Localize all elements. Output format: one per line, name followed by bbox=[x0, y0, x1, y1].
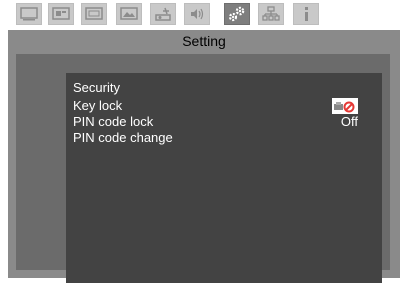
tab-network[interactable] bbox=[258, 3, 284, 25]
tab-info[interactable] bbox=[293, 3, 319, 25]
key-lock-off-icon bbox=[332, 98, 358, 114]
tab-screen[interactable] bbox=[81, 3, 107, 25]
menu-item-pin-code-lock[interactable]: PIN code lock Off bbox=[73, 114, 358, 130]
installation-icon bbox=[155, 7, 171, 21]
panel-frame: Security Key lock PIN code lock Off PIN … bbox=[16, 54, 390, 283]
image-adjust-icon bbox=[52, 7, 70, 20]
menu-item-label: PIN code change bbox=[73, 130, 173, 145]
tab-installation[interactable] bbox=[150, 3, 176, 25]
section-title: Security bbox=[73, 80, 120, 95]
setting-panel: Setting Security Key lock PIN code lock … bbox=[8, 30, 400, 283]
tab-display[interactable] bbox=[16, 3, 42, 25]
menu-tab-bar bbox=[0, 0, 409, 30]
menu-item-pin-code-change[interactable]: PIN code change bbox=[73, 130, 358, 146]
audio-icon bbox=[191, 8, 204, 20]
security-menu: Security Key lock PIN code lock Off PIN … bbox=[66, 73, 382, 283]
display-icon bbox=[20, 7, 38, 21]
menu-item-label: PIN code lock bbox=[73, 114, 154, 129]
menu-item-value: Off bbox=[340, 114, 358, 129]
screen-icon bbox=[85, 7, 103, 20]
tab-image-adjust[interactable] bbox=[48, 3, 74, 25]
tab-picture[interactable] bbox=[116, 3, 142, 25]
page-title: Setting bbox=[182, 33, 226, 49]
menu-item-key-lock[interactable]: Key lock bbox=[73, 98, 358, 114]
setting-gear-icon bbox=[228, 6, 245, 22]
network-icon bbox=[262, 6, 280, 21]
menu-item-label: Key lock bbox=[73, 98, 123, 113]
picture-icon bbox=[120, 7, 138, 20]
tab-setting[interactable] bbox=[224, 3, 250, 25]
info-icon bbox=[305, 7, 308, 21]
tab-audio[interactable] bbox=[184, 3, 210, 25]
